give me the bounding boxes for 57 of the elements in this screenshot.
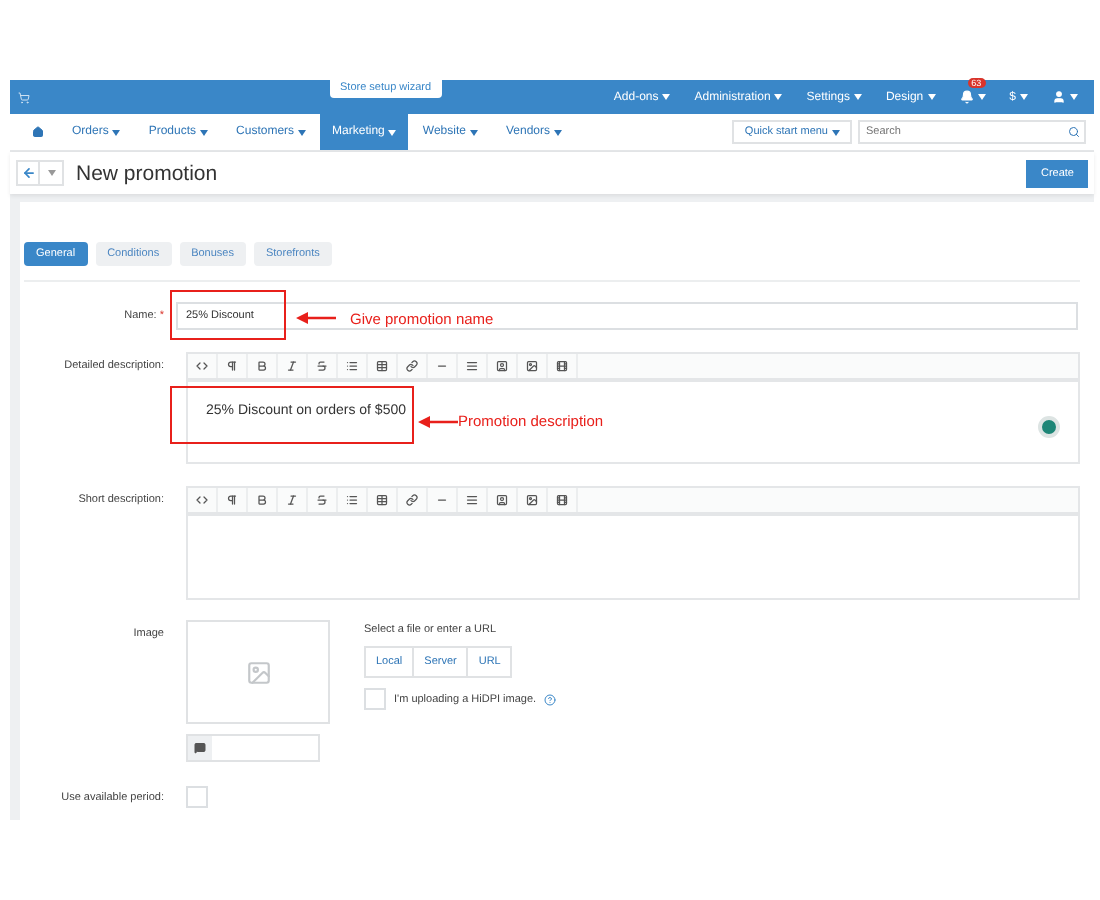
- italic-icon: [286, 360, 298, 372]
- back-button[interactable]: [18, 162, 40, 184]
- home-icon: [32, 126, 44, 138]
- caret-icon: [977, 94, 986, 100]
- checkbox[interactable]: [186, 786, 208, 808]
- user-menu[interactable]: [1052, 90, 1078, 104]
- arrow: [296, 312, 336, 324]
- alt-text-field[interactable]: [186, 734, 320, 762]
- image-icon: [526, 494, 538, 506]
- horizontal-rule-icon: [436, 360, 448, 372]
- image-icon: [245, 659, 271, 685]
- caret-icon: [47, 170, 55, 176]
- align-icon: [466, 494, 478, 506]
- bold-icon: [256, 494, 268, 506]
- caret-icon: [554, 129, 562, 135]
- caret-icon: [774, 94, 783, 100]
- caret-icon: [853, 94, 862, 100]
- table-icon: [376, 494, 388, 506]
- list-icon: [346, 494, 358, 506]
- caret-icon: [1020, 94, 1028, 100]
- list-icon: [346, 360, 358, 372]
- arrow: [418, 416, 458, 428]
- strikethrough-icon: [316, 494, 328, 506]
- arrow-left-icon: [21, 166, 35, 180]
- caret-icon: [112, 129, 121, 135]
- video-icon: [556, 360, 568, 372]
- caret-icon: [469, 129, 478, 135]
- cart-icon[interactable]: [18, 91, 30, 103]
- caret-icon: [662, 94, 671, 100]
- paragraph-icon: [226, 494, 238, 506]
- strikethrough-icon: [316, 360, 328, 372]
- align-icon: [466, 360, 478, 372]
- editor-status-icon: [1038, 416, 1060, 438]
- caret-icon: [832, 129, 840, 135]
- horizontal-rule-icon: [436, 494, 448, 506]
- italic-icon: [286, 494, 298, 506]
- bold-icon: [256, 360, 268, 372]
- code-icon: [196, 494, 208, 506]
- paragraph-icon: [226, 360, 238, 372]
- portrait-icon: [496, 494, 508, 506]
- image-icon: [526, 360, 538, 372]
- link-icon: [406, 494, 418, 506]
- caret-icon: [927, 94, 936, 100]
- code-icon: [196, 360, 208, 372]
- caret-icon: [298, 129, 307, 135]
- checkbox[interactable]: [364, 688, 386, 710]
- highlight-frame: [170, 290, 286, 340]
- link-icon: [406, 360, 418, 372]
- caret-icon: [200, 129, 209, 135]
- caret-icon: [388, 129, 397, 135]
- page-title: New promotion: [76, 161, 218, 185]
- caret-icon: [1070, 94, 1078, 100]
- help-icon[interactable]: [544, 693, 557, 705]
- table-icon: [376, 360, 388, 372]
- video-icon: [556, 494, 568, 506]
- comment-icon: [194, 742, 206, 754]
- portrait-icon: [496, 360, 508, 372]
